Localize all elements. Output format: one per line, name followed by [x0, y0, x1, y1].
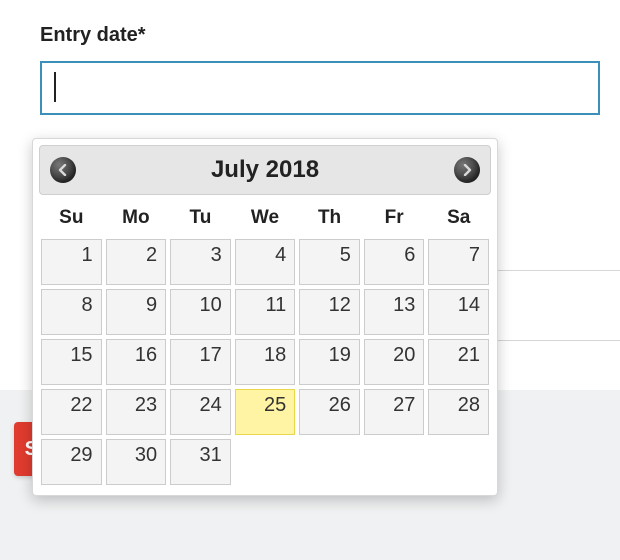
calendar-day[interactable]: 19 [299, 339, 360, 385]
datepicker-popup: July 2018 SuMoTuWeThFrSa 123456789101112… [32, 138, 498, 496]
calendar-day[interactable]: 23 [106, 389, 167, 435]
calendar-day[interactable]: 3 [170, 239, 231, 285]
calendar-day[interactable]: 27 [364, 389, 425, 435]
calendar-day[interactable]: 2 [106, 239, 167, 285]
calendar-day[interactable]: 21 [428, 339, 489, 385]
weekday-header: Mo [106, 207, 167, 229]
calendar-day[interactable]: 26 [299, 389, 360, 435]
divider [490, 340, 620, 341]
chevron-right-icon [462, 164, 472, 176]
calendar-day[interactable]: 13 [364, 289, 425, 335]
divider [490, 270, 620, 271]
weekday-header: Th [299, 207, 360, 229]
calendar-day[interactable]: 9 [106, 289, 167, 335]
calendar-day[interactable]: 5 [299, 239, 360, 285]
weekday-header: Su [41, 207, 102, 229]
calendar-day[interactable]: 14 [428, 289, 489, 335]
month-year-title: July 2018 [211, 156, 319, 184]
prev-month-button[interactable] [50, 157, 76, 183]
text-cursor [54, 72, 56, 102]
entry-date-label: Entry date* [40, 24, 620, 47]
calendar-day[interactable]: 7 [428, 239, 489, 285]
calendar-day[interactable]: 25 [235, 389, 296, 435]
weekday-header: We [235, 207, 296, 229]
calendar-day[interactable]: 12 [299, 289, 360, 335]
calendar-day[interactable]: 30 [106, 439, 167, 485]
calendar-day[interactable]: 24 [170, 389, 231, 435]
calendar-day[interactable]: 17 [170, 339, 231, 385]
calendar-day[interactable]: 10 [170, 289, 231, 335]
calendar-day[interactable]: 22 [41, 389, 102, 435]
calendar-days-grid: 1234567891011121314151617181920212223242… [39, 239, 491, 489]
calendar-day[interactable]: 11 [235, 289, 296, 335]
calendar-day[interactable]: 29 [41, 439, 102, 485]
entry-date-input[interactable] [40, 61, 600, 115]
calendar-day[interactable]: 15 [41, 339, 102, 385]
calendar-day[interactable]: 18 [235, 339, 296, 385]
next-month-button[interactable] [454, 157, 480, 183]
weekday-header: Tu [170, 207, 231, 229]
calendar-day[interactable]: 8 [41, 289, 102, 335]
calendar-header: July 2018 [39, 145, 491, 195]
chevron-left-icon [58, 164, 68, 176]
calendar-day[interactable]: 4 [235, 239, 296, 285]
calendar-day[interactable]: 16 [106, 339, 167, 385]
calendar-day[interactable]: 6 [364, 239, 425, 285]
weekday-header: Fr [364, 207, 425, 229]
weekday-header-row: SuMoTuWeThFrSa [39, 203, 491, 239]
calendar-day[interactable]: 31 [170, 439, 231, 485]
calendar-day[interactable]: 28 [428, 389, 489, 435]
calendar-day[interactable]: 1 [41, 239, 102, 285]
weekday-header: Sa [428, 207, 489, 229]
calendar-day[interactable]: 20 [364, 339, 425, 385]
